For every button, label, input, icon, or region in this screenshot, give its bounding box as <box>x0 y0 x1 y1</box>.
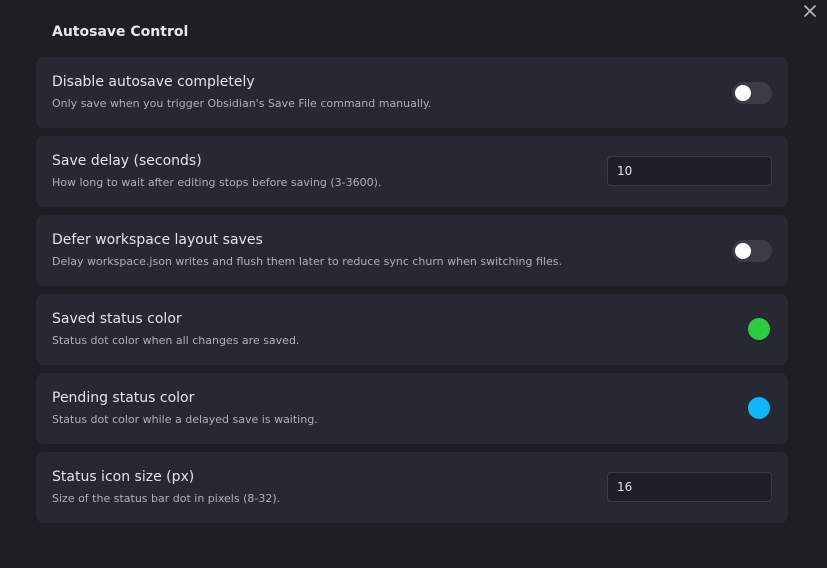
setting-description: Status dot color while a delayed save is… <box>52 413 318 426</box>
setting-save-delay: Save delay (seconds) How long to wait af… <box>36 136 788 207</box>
setting-name: Save delay (seconds) <box>52 153 202 169</box>
setting-disable-autosave: Disable autosave completely Only save wh… <box>36 57 788 128</box>
toggle-knob <box>735 85 751 101</box>
setting-defer-workspace-saves: Defer workspace layout saves Delay works… <box>36 215 788 286</box>
section-title: Autosave Control <box>52 24 189 40</box>
toggle-knob <box>735 243 751 259</box>
setting-name: Status icon size (px) <box>52 469 195 485</box>
setting-pending-status-color: Pending status color Status dot color wh… <box>36 373 788 444</box>
close-button[interactable] <box>801 2 819 20</box>
setting-status-icon-size: Status icon size (px) Size of the status… <box>36 452 788 523</box>
setting-description: Delay workspace.json writes and flush th… <box>52 255 562 268</box>
setting-description: Size of the status bar dot in pixels (8-… <box>52 492 281 505</box>
setting-name: Pending status color <box>52 390 195 406</box>
setting-name: Saved status color <box>52 311 182 327</box>
close-icon <box>804 5 816 17</box>
setting-saved-status-color: Saved status color Status dot color when… <box>36 294 788 365</box>
setting-name: Disable autosave completely <box>52 74 255 90</box>
status-icon-size-input[interactable] <box>607 472 772 502</box>
pending-color-picker[interactable] <box>748 397 770 419</box>
setting-name: Defer workspace layout saves <box>52 232 263 248</box>
settings-list: Disable autosave completely Only save wh… <box>36 57 788 531</box>
setting-description: How long to wait after editing stops bef… <box>52 176 382 189</box>
saved-color-picker[interactable] <box>748 318 770 340</box>
disable-autosave-toggle[interactable] <box>732 82 772 104</box>
save-delay-input[interactable] <box>607 156 772 186</box>
setting-description: Only save when you trigger Obsidian's Sa… <box>52 97 432 110</box>
setting-description: Status dot color when all changes are sa… <box>52 334 300 347</box>
settings-modal: Autosave Control Disable autosave comple… <box>0 0 827 568</box>
defer-workspace-toggle[interactable] <box>732 240 772 262</box>
